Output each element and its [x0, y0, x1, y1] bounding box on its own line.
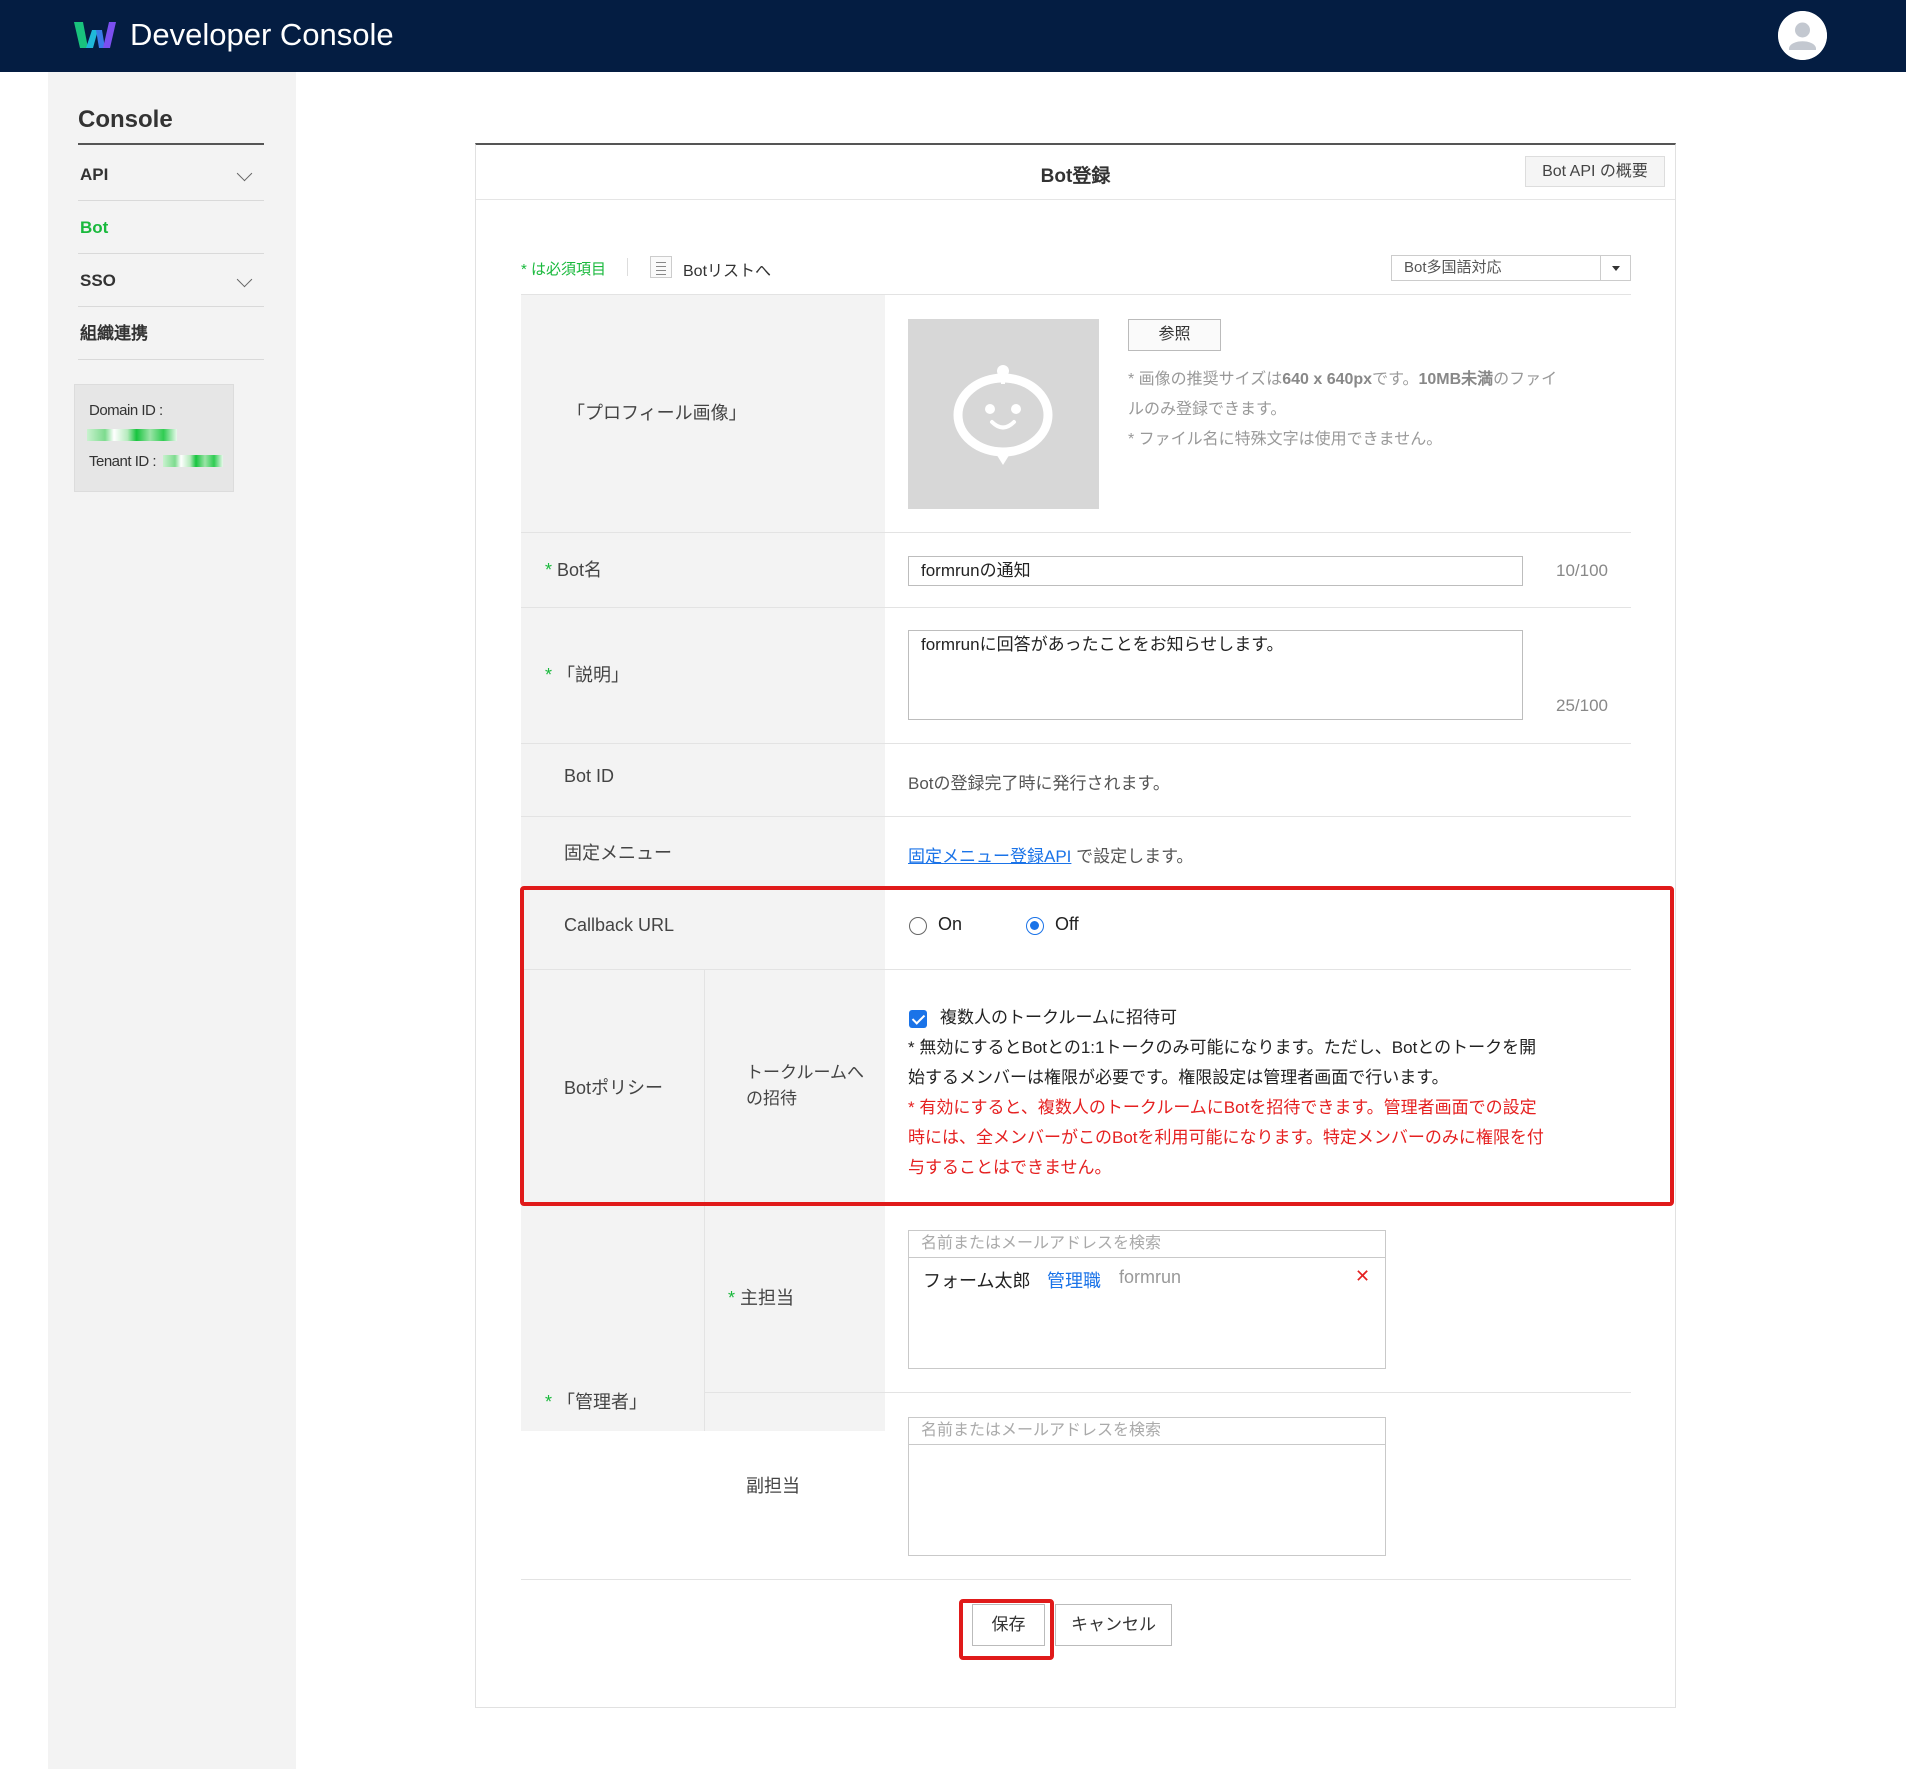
chevron-down-icon [236, 271, 253, 288]
bot-id-text: Botの登録完了時に発行されます。 [908, 774, 1170, 793]
primary-admin-label: * 主担当 [728, 1288, 795, 1308]
callback-policy-highlight [520, 886, 1674, 1206]
admins-label: * 「管理者」 [545, 1392, 648, 1412]
domain-id-redacted [87, 429, 177, 441]
dropdown-arrow-icon [1600, 256, 1630, 280]
sidebar-item-api[interactable]: API [78, 148, 264, 201]
fixed-menu-text: 固定メニュー登録API で設定します。 [908, 847, 1194, 866]
sidebar-item-sso[interactable]: SSO [78, 254, 264, 307]
domain-info-box: Domain ID : Tenant ID : [74, 384, 234, 492]
sidebar-item-label: 組織連携 [80, 324, 148, 343]
admin-user-name: フォーム太郎 [923, 1271, 1031, 1291]
sidebar-item-org-link[interactable]: 組織連携 [78, 307, 264, 360]
required-note: * は必須項目 [521, 261, 607, 278]
table-bottom-divider [521, 1579, 1631, 1580]
fixed-menu-api-link[interactable]: 固定メニュー登録API [908, 847, 1071, 866]
row-divider [521, 743, 1631, 744]
sidebar-item-bot[interactable]: Bot [78, 201, 264, 254]
admin-user-role: 管理職 [1047, 1271, 1101, 1291]
bot-avatar-icon [953, 365, 1053, 465]
profile-image-placeholder [908, 319, 1099, 509]
admin-user-org: formrun [1119, 1267, 1182, 1287]
profile-image-label: 「プロフィール画像」 [567, 403, 747, 423]
page-title: Bot登録 [1040, 166, 1111, 187]
divider [627, 258, 628, 276]
tenant-id-redacted [163, 455, 223, 467]
sidebar-item-label: API [80, 165, 109, 184]
language-select-value: Bot多国語対応 [1404, 259, 1502, 276]
description-textarea[interactable]: formrunに回答があったことをお知らせします。 [908, 630, 1523, 720]
sidebar: Console API Bot SSO 組織連携 Domain ID : Ten… [48, 72, 296, 1769]
row-divider [521, 532, 1631, 533]
description-counter: 25/100 [1556, 696, 1608, 715]
sidebar-item-label: SSO [80, 271, 116, 290]
secondary-admin-list [908, 1444, 1386, 1556]
user-avatar-icon[interactable] [1778, 11, 1827, 60]
remove-user-icon[interactable]: ✕ [1355, 1266, 1370, 1287]
bot-name-counter: 10/100 [1556, 561, 1608, 580]
row-divider [521, 816, 1631, 817]
bot-name-input[interactable]: formrunの通知 [908, 556, 1523, 586]
row-divider [521, 607, 1631, 608]
secondary-admin-label: 副担当 [746, 1476, 800, 1496]
cancel-button[interactable]: キャンセル [1055, 1604, 1172, 1646]
chevron-down-icon [236, 165, 253, 182]
description-label: * 「説明」 [545, 665, 630, 685]
app-title: Developer Console [130, 17, 394, 52]
api-overview-button[interactable]: Bot API の概要 [1525, 156, 1665, 187]
primary-admin-search-input[interactable]: 名前またはメールアドレスを検索 [908, 1230, 1386, 1258]
secondary-admin-search-input[interactable]: 名前またはメールアドレスを検索 [908, 1417, 1386, 1445]
sidebar-title: Console [78, 106, 264, 145]
language-select[interactable]: Bot多国語対応 [1391, 255, 1631, 281]
bot-list-link[interactable]: Botリストへ [683, 257, 771, 281]
save-button-highlight [959, 1599, 1054, 1660]
browse-button[interactable]: 参照 [1128, 319, 1221, 351]
fixed-menu-label: 固定メニュー [564, 843, 672, 863]
sidebar-item-label: Bot [80, 218, 109, 237]
primary-admin-list: フォーム太郎 管理職 formrun ✕ [908, 1257, 1386, 1369]
domain-id-label: Domain ID : [89, 402, 163, 419]
tenant-id-label: Tenant ID : [89, 453, 157, 470]
row-divider [705, 1392, 1631, 1393]
bot-name-label: * Bot名 [545, 560, 603, 580]
profile-image-hint: * 画像の推奨サイズは640 x 640pxです。10MB未満のファイ ルのみ登… [1128, 371, 1558, 448]
bot-id-label: Bot ID [564, 766, 615, 786]
top-header: Developer Console [0, 0, 1906, 72]
card-header: Bot登録 Bot API の概要 [476, 145, 1675, 200]
works-logo-icon[interactable] [74, 18, 116, 54]
list-icon[interactable] [650, 256, 672, 278]
